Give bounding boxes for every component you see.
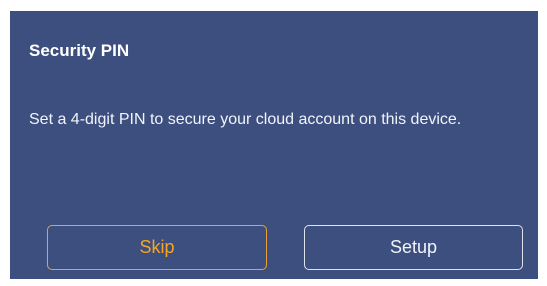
dialog-message: Set a 4-digit PIN to secure your cloud a… (29, 111, 462, 128)
dialog-title: Security PIN (29, 41, 130, 60)
skip-button[interactable]: Skip (47, 225, 267, 270)
security-pin-dialog: Security PIN Set a 4-digit PIN to secure… (10, 11, 538, 279)
setup-button[interactable]: Setup (304, 225, 523, 270)
